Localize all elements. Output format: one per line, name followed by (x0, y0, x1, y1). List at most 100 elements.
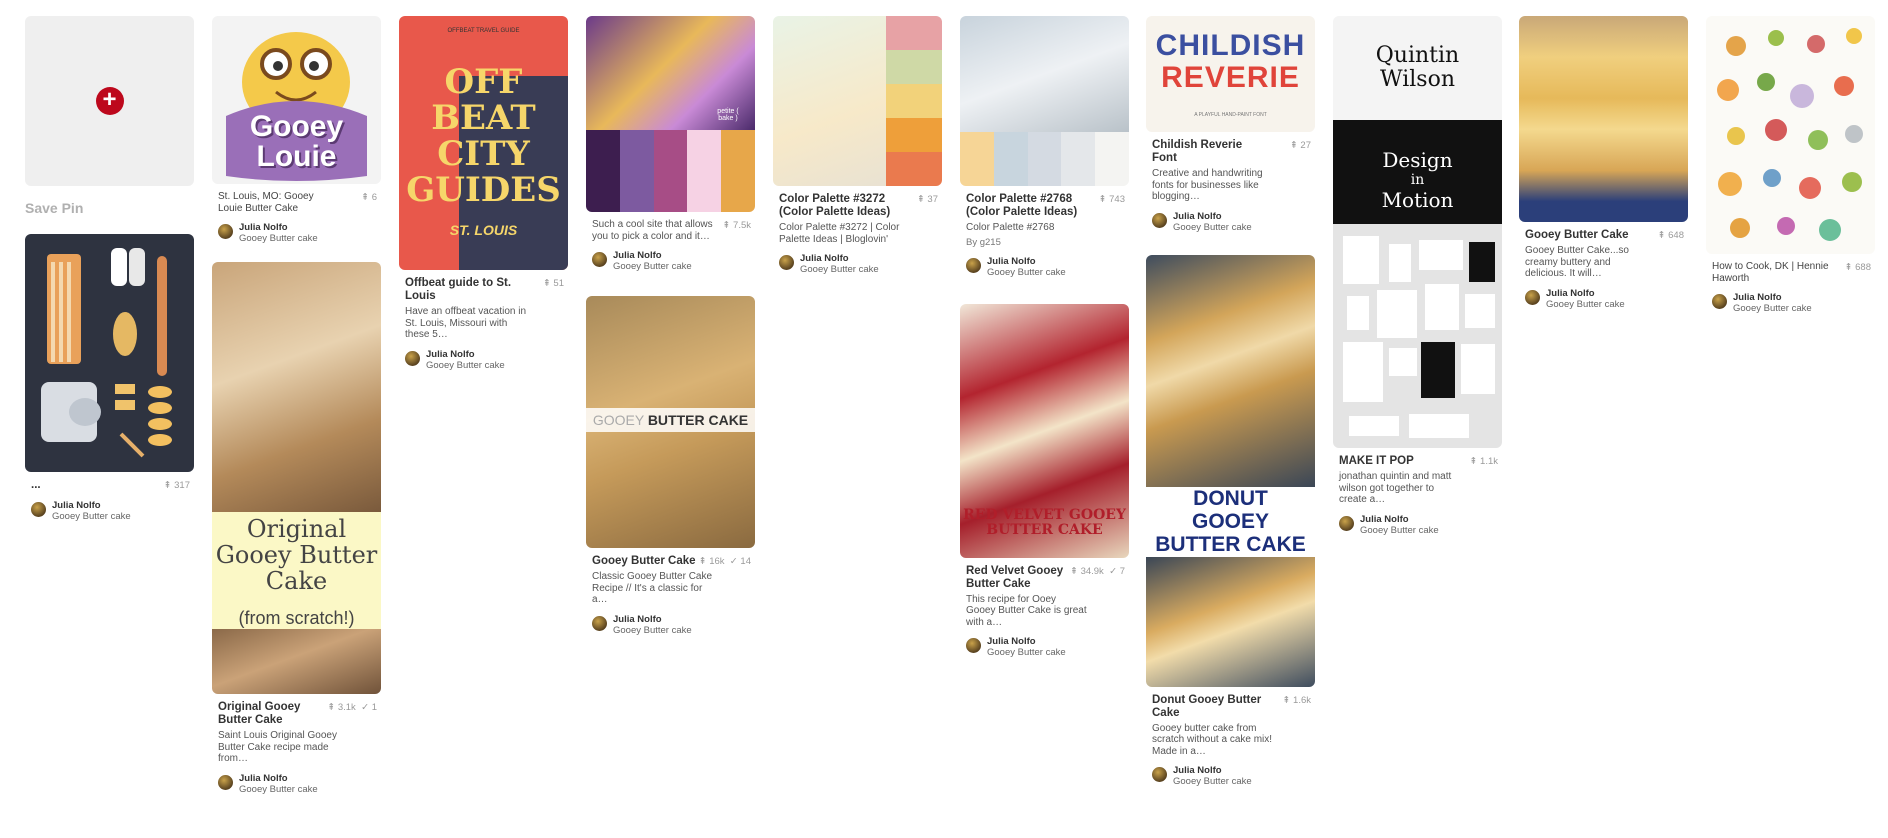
pin-attribution[interactable]: Julia Nolfo Gooey Butter cake (218, 773, 375, 795)
pin-image[interactable]: Quintin Wilson Design in Motion (1333, 16, 1502, 448)
pin-stack[interactable]: Gooey Butter Cake ⇞ 648 Gooey Butter Cak… (1519, 16, 1688, 310)
pinner-name[interactable]: Julia Nolfo (987, 636, 1066, 647)
pin-image[interactable]: OFFBEAT TRAVEL GUIDE OFF BEAT CITY GUIDE… (399, 16, 568, 270)
color-swatches (886, 16, 942, 186)
column-9: Gooey Butter Cake ⇞ 648 Gooey Butter Cak… (1519, 16, 1688, 328)
pin-attribution[interactable]: Julia Nolfo Gooey Butter cake (1712, 292, 1869, 314)
gooey-img-bold: BUTTER CAKE (647, 412, 749, 428)
board-name[interactable]: Gooey Butter cake (1546, 299, 1625, 310)
pin-save-count: ⇞ 27 (1289, 140, 1311, 151)
pin-make-it-pop[interactable]: Quintin Wilson Design in Motion MAKE IT … (1333, 16, 1502, 536)
pin-how-to-cook[interactable]: How to Cook, DK | Hennie Haworth ⇞ 688 J… (1706, 16, 1875, 314)
board-name[interactable]: Gooey Butter cake (613, 261, 692, 272)
avatar[interactable] (592, 252, 607, 267)
pinner-name[interactable]: Julia Nolfo (987, 256, 1066, 267)
avatar[interactable] (592, 615, 607, 631)
pinner-name[interactable]: Julia Nolfo (1733, 292, 1812, 303)
pinner-name[interactable]: Julia Nolfo (800, 253, 879, 264)
plus-icon: + (95, 87, 124, 115)
avatar[interactable] (1339, 515, 1354, 531)
save-pin-card[interactable]: + Save Pin (25, 16, 194, 216)
pin-original-gooey[interactable]: Original Gooey Butter Cake (from scratch… (212, 262, 381, 795)
pin-image[interactable]: RED VELVET GOOEY BUTTER CAKE (960, 303, 1129, 558)
board-name[interactable]: Gooey Butter cake (1360, 525, 1439, 536)
pin-image[interactable]: petite ( bake ) (586, 16, 755, 212)
pin-image[interactable]: DONUT GOOEY BUTTER CAKE (1146, 254, 1315, 687)
pin-attribution[interactable]: Julia Nolfo Gooey Butter cake (1152, 211, 1309, 233)
avatar[interactable] (966, 638, 981, 653)
board-name[interactable]: Gooey Butter cake (800, 264, 879, 275)
board-name[interactable]: Gooey Butter cake (239, 233, 318, 244)
avatar[interactable] (218, 774, 233, 790)
avatar[interactable] (1525, 289, 1540, 305)
column-3: OFFBEAT TRAVEL GUIDE OFF BEAT CITY GUIDE… (399, 16, 568, 389)
board-name[interactable]: Gooey Butter cake (987, 267, 1066, 278)
pin-red-velvet[interactable]: RED VELVET GOOEY BUTTER CAKE Red Velvet … (960, 303, 1129, 658)
pinner-name[interactable]: Julia Nolfo (613, 250, 692, 261)
pin-image[interactable] (1519, 16, 1688, 222)
board-name[interactable]: Gooey Butter cake (1173, 222, 1252, 233)
board-name[interactable]: Gooey Butter cake (1173, 776, 1252, 787)
offbeat-img-line1: OFF (444, 62, 523, 102)
pin-gooey-cake[interactable]: GOOEY BUTTER CAKE Gooey Butter Cake ⇞ 16… (586, 296, 755, 636)
avatar[interactable] (1152, 212, 1167, 228)
pin-attribution[interactable]: Julia Nolfo Gooey Butter cake (1152, 765, 1309, 787)
pin-image[interactable] (960, 16, 1129, 186)
pinner-name[interactable]: Julia Nolfo (1173, 765, 1252, 776)
pin-attribution[interactable]: Julia Nolfo Gooey Butter cake (779, 253, 936, 275)
pin-image[interactable] (773, 16, 942, 186)
pin-attribution[interactable]: Julia Nolfo Gooey Butter cake (966, 636, 1123, 658)
donut-img-line2: GOOEY (1191, 509, 1270, 533)
pin-attribution[interactable]: Julia Nolfo Gooey Butter cake (1525, 288, 1682, 310)
pin-title: Offbeat guide to St. Louis (405, 277, 512, 302)
pin-image[interactable] (25, 234, 194, 472)
pin-image[interactable]: Gooey Louie (212, 16, 381, 184)
avatar[interactable] (405, 350, 420, 366)
pin-attribution[interactable]: Julia Nolfo Gooey Butter cake (592, 250, 749, 272)
pin-childish-reverie[interactable]: CHILDISH REVERIE A PLAYFUL HAND-PAINT FO… (1146, 16, 1315, 233)
pin-image[interactable]: GOOEY BUTTER CAKE (586, 296, 755, 548)
pin-offbeat[interactable]: OFFBEAT TRAVEL GUIDE OFF BEAT CITY GUIDE… (399, 16, 568, 371)
board-name[interactable]: Gooey Butter cake (613, 625, 692, 636)
pinner-name[interactable]: Julia Nolfo (1546, 288, 1625, 299)
save-pin-button[interactable]: + (25, 16, 194, 186)
offbeat-img-top: OFFBEAT TRAVEL GUIDE (447, 28, 520, 34)
pin-attribution[interactable]: Julia Nolfo Gooey Butter cake (592, 614, 749, 636)
avatar[interactable] (966, 257, 981, 273)
pinner-name[interactable]: Julia Nolfo (426, 349, 505, 360)
pin-attribution[interactable]: Julia Nolfo Gooey Butter cake (1339, 514, 1496, 536)
pin-attribution[interactable]: Julia Nolfo Gooey Butter cake (405, 349, 562, 371)
pin-louie[interactable]: Gooey Louie St. Louis, MO: Gooey Louie B… (212, 16, 381, 244)
pin-palette-2768[interactable]: Color Palette #2768 (Color Palette Ideas… (960, 16, 1129, 278)
board-name[interactable]: Gooey Butter cake (52, 511, 131, 522)
pin-donut-gooey[interactable]: DONUT GOOEY BUTTER CAKE Donut Gooey Butt… (1146, 254, 1315, 787)
pin-attribution[interactable]: Julia Nolfo Gooey Butter cake (966, 256, 1123, 278)
avatar[interactable] (31, 502, 46, 517)
pinner-name[interactable]: Julia Nolfo (1360, 514, 1439, 525)
avatar[interactable] (779, 255, 794, 270)
pin-image[interactable]: CHILDISH REVERIE A PLAYFUL HAND-PAINT FO… (1146, 16, 1315, 132)
pinner-name[interactable]: Julia Nolfo (239, 222, 318, 233)
pin-attribution[interactable]: Julia Nolfo Gooey Butter cake (218, 222, 375, 244)
pin-palette-3272[interactable]: Color Palette #3272 (Color Palette Ideas… (773, 16, 942, 275)
board-name[interactable]: Gooey Butter cake (1733, 303, 1812, 314)
board-name[interactable]: Gooey Butter cake (239, 784, 318, 795)
pin-image[interactable] (1706, 16, 1875, 254)
color-swatches (586, 130, 755, 212)
avatar[interactable] (1152, 767, 1167, 782)
pin-description: jonathan quintin and matt wilson got tog… (1339, 471, 1452, 505)
pinner-name[interactable]: Julia Nolfo (1173, 211, 1252, 222)
stationery-photo (1333, 224, 1502, 448)
avatar[interactable] (1712, 294, 1727, 309)
board-name[interactable]: Gooey Butter cake (426, 360, 505, 371)
pin-image[interactable]: Original Gooey Butter Cake (from scratch… (212, 262, 381, 694)
avatar[interactable] (218, 224, 233, 239)
pinner-name[interactable]: Julia Nolfo (613, 614, 692, 625)
pin-save-count: ⇞ 51 (542, 278, 564, 289)
pinner-name[interactable]: Julia Nolfo (52, 500, 131, 511)
board-name[interactable]: Gooey Butter cake (987, 647, 1066, 658)
pin-kitchen[interactable]: ... ⇞ 317 Julia Nolfo Gooey Butter cake (25, 234, 194, 522)
pinner-name[interactable]: Julia Nolfo (239, 773, 318, 784)
pin-attribution[interactable]: Julia Nolfo Gooey Butter cake (31, 500, 188, 522)
pin-palette-purple[interactable]: petite ( bake ) Such a cool site that al… (586, 16, 755, 272)
